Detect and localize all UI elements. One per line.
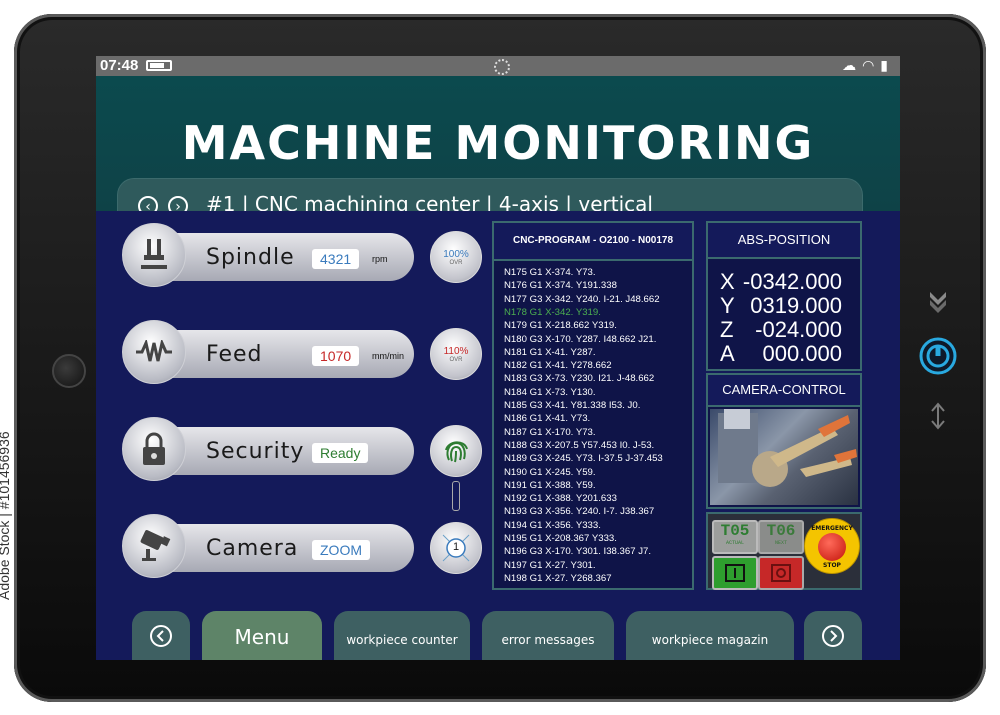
spindle-icon	[122, 223, 186, 287]
home-button[interactable]	[52, 354, 86, 388]
spindle-label: Spindle	[206, 245, 295, 270]
axis-y-value: 0319.000	[750, 293, 842, 318]
start-button[interactable]	[712, 556, 758, 590]
chevron-left-icon	[150, 625, 172, 647]
stop-icon	[771, 564, 791, 582]
battery-icon	[146, 60, 172, 71]
page-title: MACHINE MONITORING	[181, 116, 815, 170]
lock-slider[interactable]	[452, 481, 460, 511]
camera-control-header: CAMERA-CONTROL	[708, 375, 860, 407]
cnc-code-line: N183 G3 X-73. Y230. I21. J-48.662	[504, 373, 655, 385]
waveform-icon	[122, 320, 186, 384]
tab-workpiece-magazin[interactable]: workpiece magazin	[626, 611, 794, 660]
cnc-code-line: N196 G3 X-170. Y301. I38.367 J7.	[504, 546, 652, 558]
cnc-code-line: N177 G3 X-342. Y240. I-21. J48.662	[504, 293, 660, 305]
watermark-side-text: Adobe Stock | #101456936	[0, 431, 12, 600]
cnc-code-line: N184 G1 X-73. Y130.	[504, 386, 596, 398]
cnc-program-header: CNC-PROGRAM - O2100 - N00178	[494, 223, 692, 261]
screen: 07:48 ☁◠▮ MACHINE MONITORING ‹ › #1 | CN…	[96, 56, 900, 660]
cnc-code-line: N178 G1 X-342. Y319.	[504, 306, 601, 318]
emergency-stop-button[interactable]: EMERGENCY STOP	[804, 518, 860, 574]
security-control[interactable]: Security Ready	[122, 417, 414, 481]
axis-x-row: X -0342.000	[720, 269, 842, 294]
menu-button[interactable]: Menu	[202, 611, 322, 660]
power-icon[interactable]	[918, 336, 958, 376]
cnc-code-line: N179 G1 X-218.662 Y319.	[504, 320, 617, 332]
axis-y-row: Y 0319.000	[720, 293, 842, 318]
emergency-stop-icon	[818, 533, 846, 561]
camera-control-panel: CAMERA-CONTROL	[706, 373, 862, 509]
main-panel: Spindle 4321 rpm 100% OVR Feed 1070 mm/m…	[96, 211, 900, 660]
cnc-code-line: N181 G1 X-41. Y287.	[504, 346, 596, 358]
cnc-code-line: N189 G3 X-245. Y73. I-37.5 J-37.453	[504, 453, 663, 465]
tab-workpiece-counter[interactable]: workpiece counter	[334, 611, 470, 660]
cnc-code-line: N193 G3 X-356. Y240. I-7. J38.367	[504, 506, 655, 518]
feed-override-knob[interactable]: 110% OVR	[430, 328, 482, 380]
spindle-control[interactable]: Spindle 4321 rpm	[122, 223, 414, 287]
spindle-value: 4321	[312, 249, 360, 269]
status-bar: 07:48 ☁◠▮	[96, 56, 900, 76]
tool-next-button[interactable]: T06 NEXT	[758, 520, 804, 554]
axis-z-value: -024.000	[755, 317, 842, 342]
start-icon	[725, 564, 745, 582]
feed-control[interactable]: Feed 1070 mm/min	[122, 320, 414, 384]
bottom-nav: Menu workpiece counter error messages wo…	[96, 611, 900, 660]
cnc-code-line: N188 G3 X-207.5 Y57.453 I0. J-53.	[504, 439, 655, 451]
cloud-icon: ☁	[842, 57, 863, 73]
cnc-program-panel: CNC-PROGRAM - O2100 - N00178 N175 G1 X-3…	[492, 221, 694, 590]
axis-x-value: -0342.000	[742, 269, 842, 294]
security-label: Security	[206, 439, 305, 464]
cnc-code-line: N198 G1 X-27. Y268.367	[504, 572, 612, 584]
camera-control[interactable]: Camera ZOOM	[122, 514, 414, 578]
camera-zoom-knob[interactable]: 1	[430, 522, 482, 574]
cnc-code-line: N194 G1 X-356. Y333.	[504, 519, 601, 531]
tool-actual-button[interactable]: T05 ACTUAL	[712, 520, 758, 554]
stop-button[interactable]	[758, 556, 804, 590]
camera-knob-value: 1	[452, 541, 460, 553]
cnc-code-line: N180 G3 X-170. Y287. I48.662 J21.	[504, 333, 657, 345]
security-status: Ready	[312, 443, 369, 463]
arrow-down-icon[interactable]	[918, 282, 958, 322]
axis-a-row: A 000.000	[720, 341, 842, 366]
cnc-code-line: N197 G1 X-27. Y301.	[504, 559, 596, 571]
feed-label: Feed	[206, 342, 263, 367]
spindle-override-knob[interactable]: 100% OVR	[430, 231, 482, 283]
tab-error-messages[interactable]: error messages	[482, 611, 614, 660]
cnc-code-line: N190 G1 X-245. Y59.	[504, 466, 596, 478]
nav-next-button[interactable]	[804, 611, 862, 660]
padlock-icon	[122, 417, 186, 481]
cnc-code-line: N195 G1 X-208.367 Y333.	[504, 533, 617, 544]
cnc-code-line: N192 G1 X-388. Y201.633	[504, 493, 617, 505]
axis-a-value: 000.000	[762, 341, 842, 366]
feed-unit: mm/min	[372, 351, 404, 361]
camera-icon	[122, 514, 186, 578]
cnc-code-line: N176 G1 X-374. Y191.338	[504, 280, 617, 292]
camera-feed[interactable]	[710, 409, 858, 505]
cnc-code-line: N187 G1 X-170. Y73.	[504, 426, 596, 438]
loading-spinner-icon	[494, 59, 510, 75]
tool-panel: T05 ACTUAL T06 NEXT EMERGENCY STOP	[706, 512, 862, 590]
cnc-code-line: N175 G1 X-374. Y73.	[504, 267, 596, 278]
expand-vertical-icon[interactable]	[918, 396, 958, 436]
fingerprint-icon	[445, 441, 468, 463]
cnc-code-line: N191 G1 X-388. Y59.	[504, 479, 596, 491]
wifi-icon: ◠	[862, 57, 881, 73]
camera-zoom: ZOOM	[312, 540, 370, 560]
cnc-code-line: N186 G1 X-41. Y73.	[504, 413, 591, 425]
cnc-code-line: N182 G1 X-41. Y278.662	[504, 360, 612, 372]
spindle-unit: rpm	[372, 254, 388, 264]
chevron-right-icon	[822, 625, 844, 647]
camera-label: Camera	[206, 536, 299, 561]
nav-prev-button[interactable]	[132, 611, 190, 660]
cnc-code-line: N185 G3 X-41. Y81.338 I53. J0.	[504, 400, 641, 411]
feed-value: 1070	[312, 346, 360, 366]
abs-position-panel: ABS-POSITION X -0342.000 Y 0319.000 Z -024.…	[706, 221, 862, 371]
axis-z-row: Z -024.000	[720, 317, 842, 342]
fingerprint-button[interactable]	[430, 425, 482, 477]
abs-position-header: ABS-POSITION	[708, 223, 860, 259]
clock: 07:48	[100, 57, 139, 74]
signal-icon: ▮	[880, 57, 894, 73]
